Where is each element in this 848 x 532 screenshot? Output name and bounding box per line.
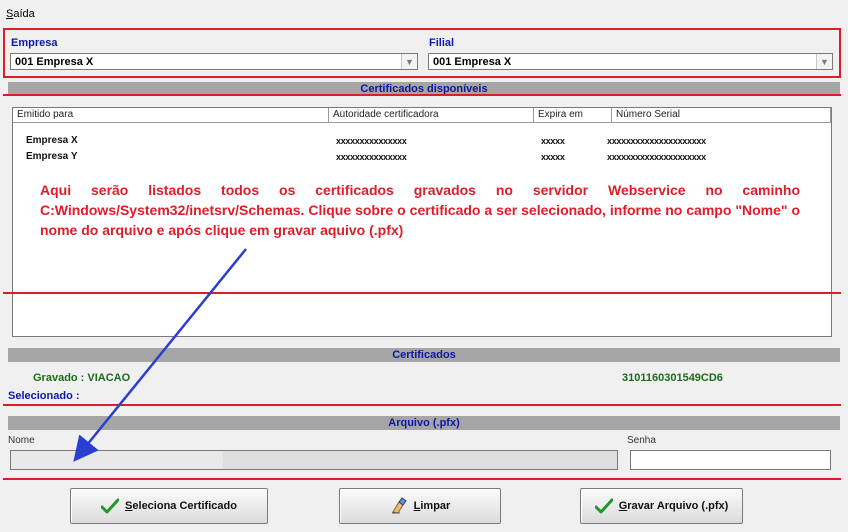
select-certificate-button[interactable]: Seleciona Certificado — [70, 488, 268, 524]
save-file-label: Gravar Arquivo (.pfx) — [618, 500, 729, 512]
cell-serial: xxxxxxxxxxxxxxxxxxxxx — [607, 136, 706, 146]
senha-input[interactable] — [630, 450, 831, 470]
column-header-expira-em[interactable]: Expira em — [534, 108, 612, 123]
filial-label: Filial — [429, 37, 455, 49]
cell-serial: xxxxxxxxxxxxxxxxxxxxx — [607, 152, 706, 162]
column-header-emitido-para[interactable]: Emitido para — [13, 108, 329, 123]
selected-certificate-label: Selecionado : — [8, 390, 80, 402]
senha-label: Senha — [627, 435, 656, 446]
instruction-annotation: Aqui serão listados todos os certificado… — [40, 182, 800, 238]
cell-authority: xxxxxxxxxxxxxxx — [336, 152, 407, 162]
filial-select[interactable]: 001 Empresa X ▼ — [428, 53, 833, 70]
red-separator — [3, 404, 841, 406]
section-certificados: Certificados — [8, 348, 840, 362]
red-separator — [3, 94, 841, 96]
empresa-label: Empresa — [11, 37, 58, 49]
clear-label: Limpar — [413, 500, 451, 512]
menu-item-saida[interactable]: Saída — [6, 8, 35, 20]
chevron-down-icon[interactable]: ▼ — [816, 54, 832, 69]
saved-certificate-serial: 3101160301549CD6 — [622, 372, 723, 384]
empresa-select[interactable]: 001 Empresa X ▼ — [10, 53, 418, 70]
clear-button[interactable]: Limpar — [339, 488, 501, 524]
red-separator — [3, 292, 841, 294]
nome-label: Nome — [8, 435, 35, 446]
cell-issued-to: Empresa Y — [26, 151, 78, 162]
chevron-down-icon[interactable]: ▼ — [401, 54, 417, 69]
column-header-numero-serial[interactable]: Número Serial — [612, 108, 831, 123]
saved-certificate-label: Gravado : VIACAO — [33, 372, 131, 384]
cell-expires: xxxxx — [541, 152, 565, 162]
save-file-button[interactable]: Gravar Arquivo (.pfx) — [580, 488, 743, 524]
section-arquivo-pfx: Arquivo (.pfx) — [8, 416, 840, 430]
red-separator — [3, 478, 841, 480]
empresa-value: 001 Empresa X — [15, 56, 94, 68]
check-icon — [594, 497, 613, 515]
filial-value: 001 Empresa X — [433, 56, 512, 68]
cell-expires: xxxxx — [541, 136, 565, 146]
cell-authority: xxxxxxxxxxxxxxx — [336, 136, 407, 146]
column-header-autoridade[interactable]: Autoridade certificadora — [329, 108, 534, 123]
cell-issued-to: Empresa X — [26, 135, 78, 146]
eraser-icon — [390, 497, 408, 515]
select-certificate-label: Seleciona Certificado — [125, 500, 237, 512]
check-icon — [101, 497, 120, 515]
menu-label-rest: aída — [13, 8, 35, 20]
nome-input[interactable] — [10, 450, 618, 470]
